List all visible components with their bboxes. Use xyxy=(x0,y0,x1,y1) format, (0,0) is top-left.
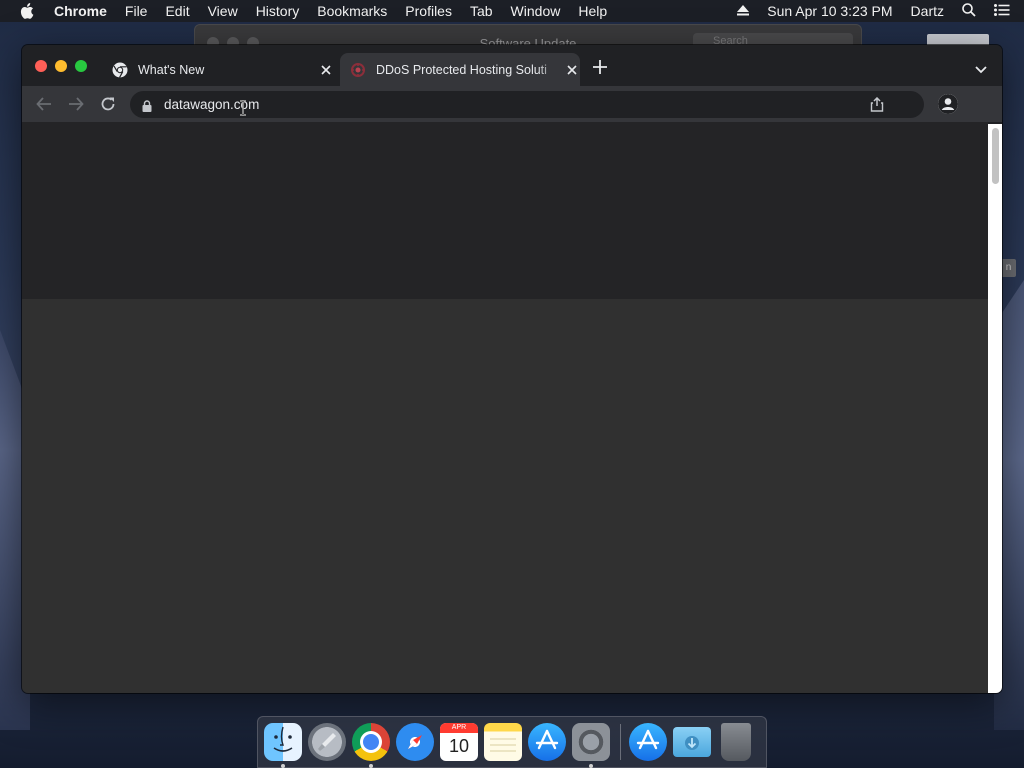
app-store-icon[interactable] xyxy=(528,723,566,761)
chrome-icon xyxy=(112,62,128,78)
menu-bar: Chrome File Edit View History Bookmarks … xyxy=(0,0,1024,22)
tab-title: What's New xyxy=(138,62,205,77)
back-arrow-icon[interactable] xyxy=(36,96,52,112)
scrollbar-thumb[interactable] xyxy=(992,128,999,184)
spotlight-search-icon[interactable] xyxy=(962,2,976,20)
google-chrome-icon[interactable] xyxy=(352,723,390,768)
menu-help[interactable]: Help xyxy=(578,3,607,19)
tab-search-chevron-down-icon[interactable] xyxy=(974,62,988,74)
tab-title: DDoS Protected Hosting Soluti xyxy=(376,62,547,77)
app-store-downloads-icon[interactable] xyxy=(629,723,667,761)
trash-icon[interactable] xyxy=(721,723,751,761)
menu-history[interactable]: History xyxy=(256,3,300,19)
tab-strip: What's New DDoS Protected Hosting Soluti xyxy=(22,45,1002,86)
notes-icon[interactable] xyxy=(484,723,522,761)
lock-icon[interactable] xyxy=(142,99,154,112)
minimize-window-button[interactable] xyxy=(55,60,67,72)
menu-tab[interactable]: Tab xyxy=(470,3,493,19)
downloads-folder-icon[interactable] xyxy=(673,727,711,757)
menu-file[interactable]: File xyxy=(125,3,148,19)
share-icon[interactable] xyxy=(870,96,884,112)
running-indicator xyxy=(589,764,593,768)
close-window-button[interactable] xyxy=(35,60,47,72)
background-window-edge: n xyxy=(1001,259,1016,277)
address-bar[interactable]: datawagon.com xyxy=(130,91,924,118)
eject-icon[interactable] xyxy=(737,3,750,19)
dock-separator xyxy=(620,724,621,760)
calendar-icon[interactable]: APR 10 xyxy=(440,723,478,761)
notification-center-icon[interactable] xyxy=(994,3,1010,19)
text-cursor-icon xyxy=(239,100,247,116)
finder-icon[interactable] xyxy=(264,723,302,768)
running-indicator xyxy=(281,764,285,768)
menu-window[interactable]: Window xyxy=(511,3,561,19)
close-tab-icon[interactable] xyxy=(564,62,580,78)
forward-arrow-icon[interactable] xyxy=(68,96,84,112)
system-preferences-gear-icon[interactable] xyxy=(572,723,610,768)
reload-icon[interactable] xyxy=(100,96,116,112)
tab-ddos-protected-hosting[interactable]: DDoS Protected Hosting Soluti xyxy=(340,53,580,86)
new-tab-plus-icon[interactable] xyxy=(592,60,608,76)
calendar-day: 10 xyxy=(448,736,470,756)
menu-user-name[interactable]: Dartz xyxy=(911,3,944,19)
browser-toolbar: datawagon.com xyxy=(22,86,1002,122)
safari-compass-icon[interactable] xyxy=(396,723,434,761)
menu-profiles[interactable]: Profiles xyxy=(405,3,452,19)
menu-view[interactable]: View xyxy=(208,3,238,19)
window-controls xyxy=(35,60,87,72)
datawagon-icon xyxy=(350,62,366,78)
close-tab-icon[interactable] xyxy=(318,62,334,78)
vertical-scrollbar[interactable] xyxy=(988,124,1002,693)
page-content[interactable] xyxy=(22,122,988,693)
menu-clock[interactable]: Sun Apr 10 3:23 PM xyxy=(767,3,892,19)
menu-edit[interactable]: Edit xyxy=(165,3,189,19)
chrome-window: What's New DDoS Protected Hosting Soluti xyxy=(22,45,1002,693)
page-header-area xyxy=(22,122,988,299)
launchpad-rocket-icon[interactable] xyxy=(308,723,346,761)
menu-bookmarks[interactable]: Bookmarks xyxy=(317,3,387,19)
menu-app-name[interactable]: Chrome xyxy=(54,3,107,19)
dock: APR 10 xyxy=(257,716,767,768)
running-indicator xyxy=(369,764,373,768)
tab-whats-new[interactable]: What's New xyxy=(102,53,334,86)
zoom-window-button[interactable] xyxy=(75,60,87,72)
calendar-month: APR xyxy=(440,723,478,733)
menu-bar-status: Sun Apr 10 3:23 PM Dartz xyxy=(737,0,1024,22)
apple-menu-icon[interactable] xyxy=(20,3,34,19)
profile-avatar-icon[interactable] xyxy=(938,94,958,114)
